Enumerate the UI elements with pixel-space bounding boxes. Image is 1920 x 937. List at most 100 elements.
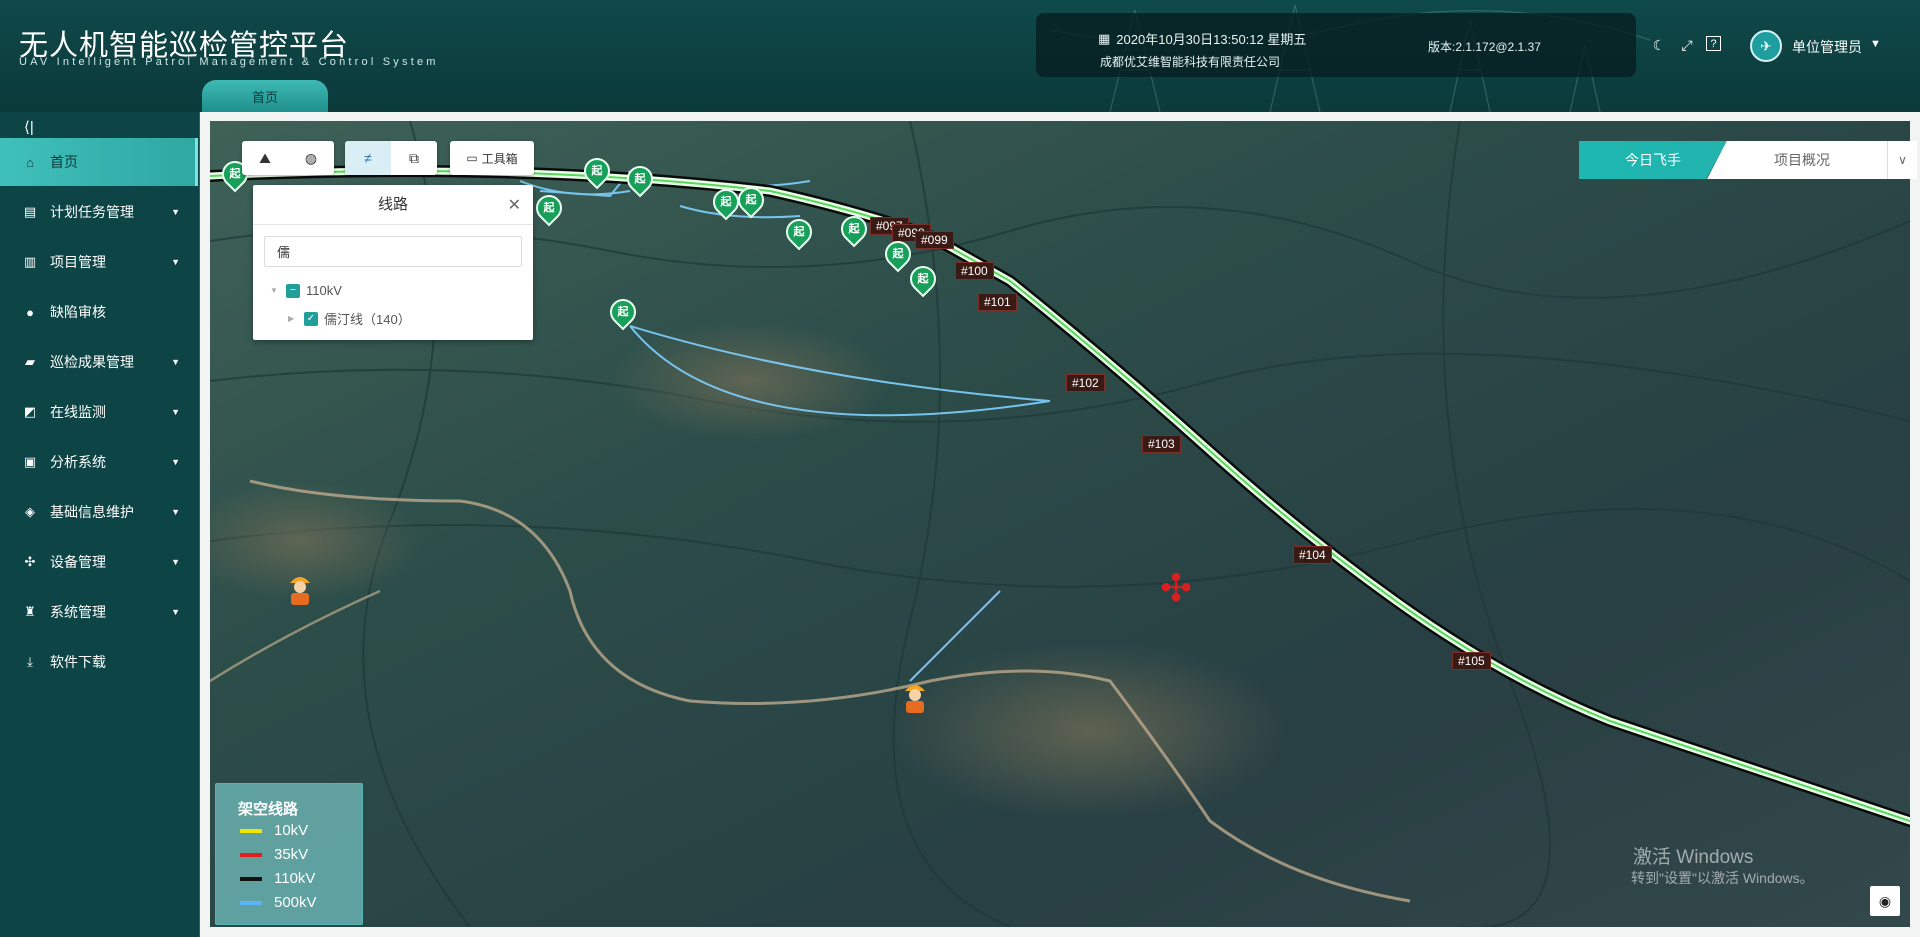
line-legend: 架空线路 10kV 35kV 110kV 500kV — [215, 783, 363, 925]
eye-icon[interactable]: ◉ — [1870, 886, 1900, 916]
sidebar-item-plan-tasks[interactable]: ▤ 计划任务管理 ▼ — [0, 188, 198, 236]
caret-down-icon: ▼ — [171, 507, 180, 517]
tower-label[interactable]: #100 — [955, 262, 994, 280]
sidebar-item-analysis[interactable]: ▣ 分析系统 ▼ — [0, 438, 198, 486]
tower-label[interactable]: #099 — [915, 231, 954, 249]
sidebar-item-inspection-results[interactable]: ▰ 巡检成果管理 ▼ — [0, 338, 198, 386]
sidebar-item-label: 软件下载 — [50, 654, 106, 670]
admin-icon: ♜ — [24, 604, 36, 619]
legend-swatch — [240, 828, 262, 833]
caret-down-icon: ▼ — [171, 407, 180, 417]
legend-label: 10kV — [274, 822, 309, 839]
tower-label[interactable]: #101 — [978, 293, 1017, 311]
sidebar-item-system[interactable]: ♜ 系统管理 ▼ — [0, 588, 198, 636]
route-search-input[interactable] — [264, 236, 522, 267]
sidebar-item-home[interactable]: ⌂ 首页 — [0, 138, 198, 186]
map-line-toolbar: ≠ ⧉ — [345, 141, 437, 175]
sidebar-item-label: 项目管理 — [50, 254, 106, 270]
project-icon: ▥ — [23, 254, 37, 269]
fullscreen-icon[interactable]: ⤢ — [1678, 36, 1696, 54]
legend-label: 500kV — [274, 894, 317, 911]
legend-title: 架空线路 — [238, 801, 299, 818]
tab-today-pilots[interactable]: 今日飞手 — [1579, 141, 1727, 179]
caret-down-icon: ▼ — [171, 357, 180, 367]
datetime-text: 2020年10月30日13:50:12 星期五 — [1116, 32, 1307, 47]
tab-home[interactable]: 首页 — [202, 80, 328, 112]
copy-layers-icon[interactable]: ⧉ — [391, 141, 437, 175]
close-icon[interactable]: ✕ — [508, 195, 521, 215]
user-name[interactable]: 单位管理员 — [1792, 37, 1862, 57]
tower-icon[interactable]: ≠ — [345, 141, 391, 175]
caret-right-icon[interactable]: ▶ — [288, 314, 298, 323]
sidebar: ⟨| ⌂ 首页 ▤ 计划任务管理 ▼ ▥ 项目管理 ▼ ● 缺陷审核 ▰ 巡检成… — [0, 112, 200, 937]
caret-down-icon: ▼ — [171, 207, 180, 217]
takeoff-pin-label: 起 — [720, 196, 732, 208]
toolbox-icon: ▭ — [466, 151, 478, 165]
version-text: 版本:2.1.172@2.1.37 — [1428, 40, 1541, 54]
chevron-down-icon[interactable]: ▼ — [1870, 38, 1881, 50]
sidebar-item-basic-info[interactable]: ◈ 基础信息维护 ▼ — [0, 488, 198, 536]
app-header: 无人机智能巡检管控平台 UAV Intelligent Patrol Manag… — [0, 0, 1920, 112]
tower-label[interactable]: #105 — [1452, 652, 1491, 670]
legend-item: 10kV — [240, 822, 308, 839]
tree-node-label: 儒汀线（140） — [324, 312, 411, 327]
drone-icon: ✣ — [24, 554, 36, 569]
company-name: 成都优艾维智能科技有限责任公司 — [1100, 55, 1281, 69]
windows-watermark: 激活 Windows — [1633, 847, 1754, 868]
takeoff-pin-label: 起 — [634, 173, 646, 185]
map-layer-toolbar: ⛰ ◍ — [242, 141, 334, 175]
globe-icon[interactable]: ◍ — [288, 141, 334, 175]
legend-item: 35kV — [240, 846, 308, 863]
drone-position-icon[interactable]: ✣ — [1153, 566, 1199, 612]
sidebar-item-label: 巡检成果管理 — [50, 354, 134, 370]
tower-label[interactable]: #102 — [1066, 374, 1105, 392]
monitor-icon: ◩ — [23, 404, 37, 419]
help-icon[interactable]: ? — [1706, 36, 1721, 51]
takeoff-pin-label: 起 — [848, 223, 860, 235]
collapse-sidebar-icon[interactable]: ⟨| — [24, 118, 34, 136]
analysis-icon: ▣ — [23, 454, 37, 469]
tree-node-route[interactable]: ▶ ✓ 儒汀线（140） — [288, 309, 411, 328]
home-icon: ⌂ — [26, 154, 34, 170]
legend-swatch — [240, 876, 262, 881]
route-panel: 线路 ✕ ▼ − 110kV ▶ ✓ 儒汀线（140） — [253, 185, 533, 340]
sidebar-item-label: 在线监测 — [50, 404, 106, 420]
chevron-down-icon[interactable]: ∨ — [1887, 141, 1917, 179]
legend-label: 35kV — [274, 846, 309, 863]
tower-label[interactable]: #104 — [1293, 546, 1332, 564]
sidebar-item-online-monitoring[interactable]: ◩ 在线监测 ▼ — [0, 388, 198, 436]
legend-item: 110kV — [240, 870, 315, 887]
tower-label[interactable]: #103 — [1142, 435, 1181, 453]
caret-down-icon[interactable]: ▼ — [270, 286, 280, 295]
calendar-icon: ▤ — [23, 204, 37, 219]
legend-swatch — [240, 852, 262, 857]
toolbox-button[interactable]: ▭ 工具箱 — [450, 141, 534, 175]
sidebar-item-label: 系统管理 — [50, 604, 106, 620]
view-switch: 今日飞手 项目概况 ∨ — [1579, 141, 1917, 179]
sidebar-item-defect-review[interactable]: ● 缺陷审核 — [0, 288, 198, 336]
theme-icon[interactable]: ☾ — [1650, 36, 1668, 54]
sidebar-item-label: 缺陷审核 — [50, 304, 106, 320]
sidebar-item-label: 计划任务管理 — [50, 204, 134, 220]
map-download-icon[interactable]: ⛰ — [242, 141, 288, 175]
checkbox-partial[interactable]: − — [286, 283, 300, 298]
tree-node-label: 110kV — [306, 283, 342, 298]
sidebar-item-label: 首页 — [50, 154, 78, 170]
takeoff-pin-label: 起 — [892, 248, 904, 260]
route-panel-title: 线路 — [253, 185, 533, 225]
worker-icon[interactable] — [900, 677, 930, 713]
sidebar-item-projects[interactable]: ▥ 项目管理 ▼ — [0, 238, 198, 286]
tab-project-overview[interactable]: 项目概况 — [1707, 141, 1887, 179]
takeoff-pin-label: 起 — [793, 226, 805, 238]
checkbox-checked[interactable]: ✓ — [304, 311, 318, 326]
datetime: ▦ 2020年10月30日13:50:12 星期五 — [1098, 29, 1306, 48]
sidebar-item-label: 基础信息维护 — [50, 504, 134, 520]
caret-down-icon: ▼ — [171, 557, 180, 567]
avatar[interactable]: ✈ — [1750, 30, 1782, 62]
layers-icon: ◈ — [25, 504, 35, 519]
sidebar-item-download[interactable]: ⤓ 软件下载 — [0, 638, 198, 686]
sidebar-item-devices[interactable]: ✣ 设备管理 ▼ — [0, 538, 198, 586]
sidebar-item-label: 分析系统 — [50, 454, 106, 470]
tree-node-110kv[interactable]: ▼ − 110kV — [270, 283, 342, 298]
worker-icon[interactable] — [285, 569, 315, 605]
